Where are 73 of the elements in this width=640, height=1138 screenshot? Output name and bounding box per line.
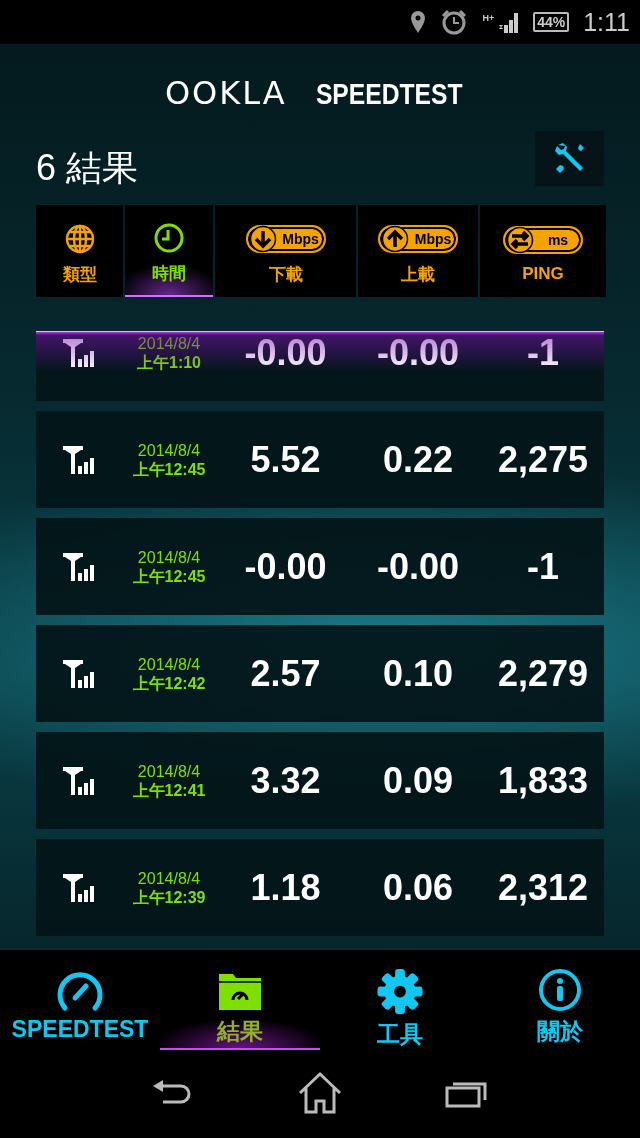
result-row[interactable]: 2014/8/4 上午1:10 -0.00 -0.00 -1 [36, 331, 604, 401]
nav-label: 工具 [377, 1020, 423, 1049]
ping-value: 1,833 [497, 759, 589, 802]
unit-label: Mbps [413, 230, 453, 247]
battery-level: 44% [533, 12, 570, 32]
antenna-signal-icon [62, 766, 97, 795]
test-time: 上午12:41 [132, 780, 206, 800]
download-speed: 2.57 [250, 652, 321, 695]
sort-tab[interactable]: Mbps 下載 [215, 205, 356, 297]
download-speed: 1.18 [250, 866, 321, 909]
upload-speed: -0.00 [376, 545, 460, 588]
alarm-clock-icon [440, 9, 469, 35]
upload-speed: 0.22 [382, 438, 454, 481]
download-speed: -0.00 [244, 545, 327, 588]
antenna-signal-icon [62, 445, 97, 474]
brand-logo: OOKLA [164, 74, 287, 112]
download-speed: 3.32 [250, 759, 321, 802]
test-time: 上午12:39 [132, 887, 206, 907]
result-row[interactable]: 2014/8/4 上午12:42 2.57 0.10 2,279 [36, 625, 604, 722]
result-row[interactable]: 2014/8/4 上午12:39 1.18 0.06 2,312 [36, 839, 604, 936]
sort-tab[interactable]: Mbps 上載 [358, 205, 478, 297]
result-row[interactable]: 2014/8/4 上午12:45 -0.00 -0.00 -1 [36, 518, 604, 615]
two-way-arrows-icon [505, 226, 535, 254]
ping-value: -1 [527, 331, 559, 374]
sort-tab[interactable]: 類型 [36, 205, 123, 297]
tools-button[interactable] [535, 130, 604, 186]
location-pin-icon [410, 10, 427, 34]
clock-time: 1:11 [583, 7, 630, 37]
ping-value: -1 [527, 545, 559, 588]
tab-label: 時間 [152, 262, 186, 285]
network-type-label: H+ [482, 14, 495, 23]
nav-label: SPEEDTEST [11, 1016, 149, 1043]
nav-label: 關於 [537, 1017, 583, 1046]
antenna-signal-icon [62, 873, 97, 902]
test-date: 2014/8/4 [137, 547, 201, 567]
upload-speed: 0.10 [382, 652, 454, 695]
tab-label: 類型 [62, 263, 97, 286]
unit-label: Mbps [281, 230, 320, 247]
tab-label: 下載 [268, 263, 303, 286]
test-date: 2014/8/4 [137, 440, 201, 460]
test-time: 上午12:42 [132, 673, 206, 693]
test-date: 2014/8/4 [137, 654, 201, 674]
test-date: 2014/8/4 [137, 868, 201, 888]
test-date: 2014/8/4 [137, 333, 201, 353]
sort-tab[interactable]: 時間 [125, 205, 213, 297]
antenna-signal-icon [62, 552, 97, 581]
nav-label: 結果 [217, 1017, 263, 1046]
test-time: 上午12:45 [132, 566, 206, 586]
result-row[interactable]: 2014/8/4 上午12:41 3.32 0.09 1,833 [36, 732, 604, 829]
home-icon[interactable] [296, 1071, 344, 1115]
globe-icon [63, 222, 96, 255]
antenna-signal-icon [62, 659, 97, 688]
product-logo: SPEEDTEST [315, 78, 463, 111]
ping-value: 2,312 [497, 866, 589, 909]
test-date: 2014/8/4 [137, 761, 201, 781]
result-row[interactable]: 2014/8/4 上午12:45 5.52 0.22 2,275 [36, 411, 604, 508]
tab-label: 上載 [401, 263, 435, 286]
upload-speed: 0.09 [382, 759, 454, 802]
test-time: 上午12:45 [132, 459, 206, 479]
ping-value: 2,279 [497, 652, 589, 695]
ping-value: 2,275 [497, 438, 589, 481]
download-speed: 5.52 [250, 438, 321, 481]
upload-speed: -0.00 [376, 331, 460, 374]
upload-speed: 0.06 [382, 866, 454, 909]
antenna-signal-icon [62, 338, 97, 367]
gear-icon [375, 968, 425, 1015]
unit-label: ms [546, 232, 570, 248]
tab-label: PING [522, 264, 564, 284]
download-speed: -0.00 [244, 331, 327, 374]
test-time: 上午1:10 [137, 352, 201, 372]
sort-tab[interactable]: ms PING [480, 205, 606, 297]
results-count-title: 6 結果 [36, 145, 139, 190]
clock-icon [153, 221, 185, 254]
